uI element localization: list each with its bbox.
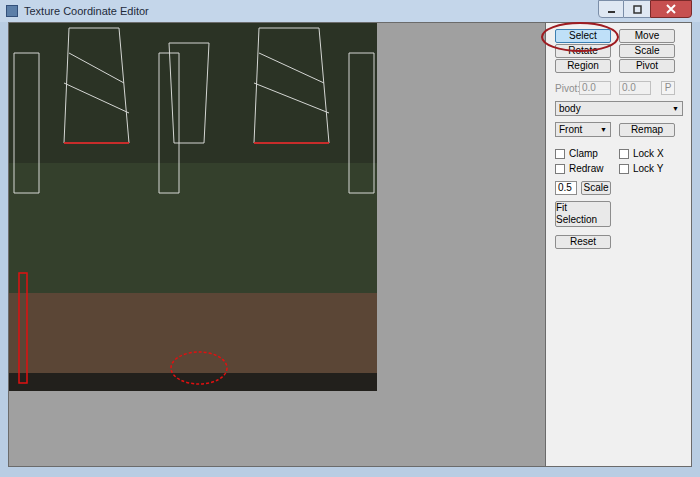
dropdown-arrow-icon: ▼	[672, 103, 679, 115]
option-row[interactable]: Redraw	[555, 163, 619, 175]
remap-button[interactable]: Remap	[619, 123, 675, 137]
scale-button[interactable]: Scale	[581, 181, 611, 195]
mesh-dropdown[interactable]: body▼	[555, 101, 683, 116]
window-controls	[598, 0, 692, 18]
checkbox[interactable]	[555, 149, 565, 159]
action-button[interactable]: Fit Selection	[555, 201, 611, 227]
tool-button[interactable]: Scale	[619, 44, 675, 58]
checkbox[interactable]	[555, 164, 565, 174]
close-icon[interactable]	[650, 0, 692, 18]
pivot-label: Pivot:	[555, 81, 579, 96]
texture-pants	[9, 163, 377, 293]
pivot-x-field[interactable]: 0.0	[579, 81, 611, 95]
checkbox[interactable]	[619, 164, 629, 174]
dropdown-arrow-icon: ▼	[600, 124, 607, 136]
checkbox-label: Lock X	[633, 148, 664, 160]
action-button[interactable]: Reset	[555, 235, 611, 249]
pivot-row: Pivot:0.00.0P	[555, 81, 691, 95]
option-row[interactable]: Lock Y	[619, 163, 683, 175]
tool-panel: SelectMoveRotateScaleRegionPivotPivot:0.…	[546, 22, 692, 467]
tool-button[interactable]: Region	[555, 59, 611, 73]
texture-preview	[9, 23, 377, 391]
option-checkboxes: Clamp Lock X Redraw Lock Y	[555, 148, 691, 175]
option-row[interactable]: Clamp	[555, 148, 619, 160]
tool-button[interactable]: Pivot	[619, 59, 675, 73]
view-row: Front▼ Remap	[555, 122, 691, 137]
scale-field[interactable]: 0.5	[555, 181, 577, 195]
option-row[interactable]: Lock X	[619, 148, 683, 160]
window-title: Texture Coordinate Editor	[24, 4, 598, 18]
scale-row: 0.5 Scale	[555, 181, 691, 195]
tool-button[interactable]: Select	[555, 29, 611, 43]
view-dropdown-value: Front	[559, 124, 600, 136]
pivot-y-field[interactable]: 0.0	[619, 81, 651, 95]
window-bottom-frame	[0, 467, 700, 477]
mesh-dropdown-value: body	[559, 103, 672, 115]
texture-boots	[9, 293, 377, 373]
checkbox[interactable]	[619, 149, 629, 159]
window-body: SelectMoveRotateScaleRegionPivotPivot:0.…	[0, 22, 700, 467]
tool-button[interactable]: Rotate	[555, 44, 611, 58]
texture-soles	[9, 373, 377, 391]
checkbox-label: Lock Y	[633, 163, 663, 175]
uv-wireframe[interactable]	[9, 23, 377, 391]
checkbox-label: Redraw	[569, 163, 603, 175]
checkbox-label: Clamp	[569, 148, 598, 160]
pivot-button[interactable]: P	[661, 81, 675, 95]
view-dropdown[interactable]: Front▼	[555, 122, 611, 137]
app-icon	[6, 5, 18, 17]
annotation-circle-icon	[540, 20, 624, 54]
uv-canvas[interactable]	[8, 22, 546, 467]
title-bar: Texture Coordinate Editor	[0, 0, 700, 22]
maximize-icon[interactable]	[624, 0, 650, 18]
tool-buttons: Select Move Rotate Scale Region Pivot	[555, 29, 691, 73]
minimize-icon[interactable]	[598, 0, 624, 18]
tool-button[interactable]: Move	[619, 29, 675, 43]
